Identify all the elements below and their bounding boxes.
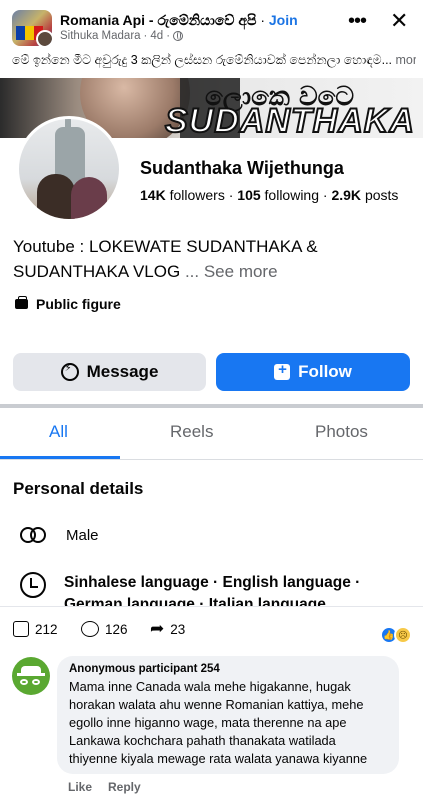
post-header: Romania Api - රුමේනියාවේ අපි · Join Sith…	[0, 0, 423, 50]
tab-all[interactable]: All	[49, 422, 68, 442]
posts-label: posts	[364, 187, 399, 203]
caption-more-link[interactable]: more	[396, 53, 417, 67]
gender-icon	[20, 525, 48, 545]
following-label[interactable]: following	[265, 187, 319, 203]
glasses-left	[20, 679, 28, 685]
profile-picture[interactable]	[16, 116, 122, 222]
tab-bar-divider	[0, 459, 423, 460]
separator-dot: ·	[228, 187, 234, 203]
language-icon	[20, 572, 46, 598]
following-count[interactable]: 105	[237, 187, 260, 203]
author-name[interactable]: Sithuka Madara	[60, 30, 141, 42]
more-icon[interactable]: •••	[348, 10, 367, 33]
caption-text: මේ ඉන්නෙ මීට අවුරුදු 3 කලින් ලස්සන රුමේන…	[12, 53, 393, 67]
comment-count: 126	[105, 621, 128, 637]
post-time[interactable]: 4d	[150, 30, 163, 42]
flag-blue-stripe	[16, 26, 25, 40]
languages-line-1: Sinhalese language · English language ·	[64, 574, 361, 591]
profile-category: Public figure	[15, 296, 121, 312]
globe-icon	[173, 31, 184, 41]
close-icon[interactable]: ✕	[390, 8, 408, 34]
profile-bio: Youtube : LOKEWATE SUDANTHAKA & SUDANTHA…	[13, 234, 413, 284]
separator-dot: ·	[166, 30, 171, 42]
like-count: 212	[35, 621, 58, 637]
separator-dot: ·	[143, 30, 148, 42]
like-icon	[13, 621, 29, 637]
post-meta: Sithuka Madara · 4d ·	[60, 30, 184, 42]
section-divider	[0, 404, 423, 408]
sad-reaction-icon: ☹	[394, 626, 412, 644]
follow-button[interactable]: Follow	[216, 353, 410, 391]
cover-name-text: SUDANTHAKA	[164, 101, 415, 138]
tab-reels[interactable]: Reels	[170, 422, 213, 442]
message-button[interactable]: Message	[13, 353, 206, 391]
comment-like-button[interactable]: Like	[68, 780, 92, 794]
share-icon: ➦	[150, 619, 165, 638]
share-action[interactable]: ➦ 23	[150, 619, 186, 638]
anonymous-avatar-icon[interactable]	[12, 657, 50, 695]
bio-line-2-wrap: SUDANTHAKA VLOG ... See more	[13, 259, 413, 284]
followers-count[interactable]: 14K	[140, 187, 166, 203]
profile-stats: 14K followers · 105 following · 2.9K pos…	[140, 187, 398, 203]
follow-button-label: Follow	[298, 362, 352, 381]
reactions-bar: 212 126 ➦ 23 👍 ☹	[0, 606, 423, 652]
hat-brim	[17, 673, 45, 676]
post-caption: මේ ඉන්නෙ මීට අවුරුදු 3 කලින් ලස්සන රුමේන…	[12, 53, 416, 68]
like-action[interactable]: 212	[13, 621, 58, 637]
person-one	[37, 174, 75, 219]
profile-name[interactable]: Sudanthaka Wijethunga	[140, 158, 344, 179]
tab-photos[interactable]: Photos	[315, 422, 368, 442]
personal-details-title: Personal details	[13, 479, 144, 498]
group-name-link[interactable]: Romania Api - රුමේනියාවේ අපි	[60, 12, 256, 28]
separator-dot: ·	[322, 187, 328, 203]
join-button[interactable]: Join	[269, 12, 298, 28]
comment-actions: Like Reply	[68, 780, 141, 794]
followers-label[interactable]: followers	[170, 187, 225, 203]
bio-line-1: Youtube : LOKEWATE SUDANTHAKA &	[13, 237, 318, 256]
group-thumbnail[interactable]	[12, 10, 52, 46]
bio-ellipsis: ...	[180, 262, 204, 281]
messenger-icon	[60, 363, 79, 381]
see-more-link[interactable]: See more	[204, 262, 278, 281]
bio-line-2: SUDANTHAKA VLOG	[13, 262, 181, 281]
comment-bubble[interactable]: Anonymous participant 254 Mama inne Cana…	[57, 656, 399, 774]
comment-text: Mama inne Canada wala mehe higakanne, hu…	[69, 679, 368, 766]
group-title-line: Romania Api - රුමේනියාවේ අපි · Join	[60, 12, 298, 29]
comment-icon	[81, 621, 99, 637]
gender-row: Male	[20, 525, 99, 547]
share-count: 23	[170, 621, 186, 637]
separator-dot: ·	[260, 12, 269, 28]
comment-reply-button[interactable]: Reply	[108, 780, 141, 794]
comment-author[interactable]: Anonymous participant 254	[69, 663, 387, 675]
category-label: Public figure	[36, 296, 121, 312]
author-mini-avatar[interactable]	[36, 30, 52, 46]
comment-action[interactable]: 126	[81, 621, 128, 637]
reaction-summary[interactable]: 👍 ☹	[380, 626, 416, 644]
briefcase-icon	[15, 296, 28, 309]
posts-count: 2.9K	[331, 187, 362, 203]
glasses-right	[32, 679, 40, 685]
follow-icon	[274, 361, 291, 380]
gender-value: Male	[66, 527, 99, 544]
person-two	[71, 177, 107, 219]
hat-shape	[21, 666, 41, 673]
flag-yellow-stripe	[25, 26, 34, 40]
message-button-label: Message	[86, 362, 159, 381]
